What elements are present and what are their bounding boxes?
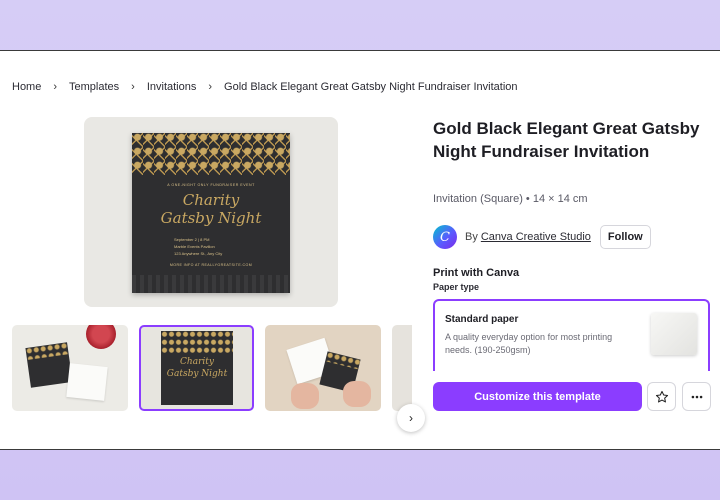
card-detail-venue: Marble Events Pavilion xyxy=(174,244,215,249)
paper-stack-image xyxy=(651,313,697,355)
template-preview[interactable]: A ONE-NIGHT ONLY FUNDRAISER EVENT Charit… xyxy=(84,117,338,307)
flower-image xyxy=(86,325,116,349)
paper-type-label: Paper type xyxy=(433,282,480,292)
card-script-line-1: Charity xyxy=(182,191,240,209)
hand-image xyxy=(343,381,371,407)
breadcrumb-current: Gold Black Elegant Great Gatsby Night Fu… xyxy=(224,81,518,93)
chevron-right-icon: › xyxy=(53,81,58,93)
card-script-line-2: Gatsby Night xyxy=(160,209,262,227)
more-options-button[interactable] xyxy=(682,382,711,411)
creator-link[interactable]: Canva Creative Studio xyxy=(481,231,591,243)
hand-image xyxy=(291,383,319,409)
customize-template-button[interactable]: Customize this template xyxy=(433,382,642,411)
mini-script-2: Gatsby Night xyxy=(166,369,228,379)
more-horizontal-icon xyxy=(691,395,702,398)
paper-option-name: Standard paper xyxy=(445,314,519,325)
by-label: By xyxy=(465,231,478,243)
breadcrumb-templates[interactable]: Templates xyxy=(69,81,119,93)
follow-button[interactable]: Follow xyxy=(599,225,651,249)
card-band xyxy=(132,275,290,293)
envelope-image xyxy=(66,363,108,401)
paper-option-standard[interactable]: Standard paper A quality everyday option… xyxy=(433,299,710,371)
thumbnail-3[interactable] xyxy=(265,325,381,411)
paper-option-description: A quality everyday option for most print… xyxy=(445,332,613,355)
thumbnail-1[interactable] xyxy=(12,325,128,411)
breadcrumb-invitations[interactable]: Invitations xyxy=(147,81,197,93)
thumbnail-2-selected[interactable]: Charity Gatsby Night xyxy=(139,325,254,411)
star-icon xyxy=(655,390,668,402)
card-footer: MORE INFO AT REALLYGREATSITE.COM xyxy=(169,263,253,267)
mini-pattern xyxy=(25,342,69,361)
mini-pattern xyxy=(325,351,361,370)
invitation-card: A ONE-NIGHT ONLY FUNDRAISER EVENT Charit… xyxy=(132,133,290,293)
mini-pattern xyxy=(161,331,233,354)
carousel-next-button[interactable]: › xyxy=(397,404,425,432)
card-detail-date: September 2 | 8 PM xyxy=(174,237,210,242)
card-detail-address: 123 Anywhere St., Any City xyxy=(174,251,223,256)
print-section-title: Print with Canva xyxy=(433,267,520,279)
canva-logo-icon: C xyxy=(433,225,457,249)
mini-script-1: Charity xyxy=(180,357,214,367)
breadcrumb-home[interactable]: Home xyxy=(12,81,41,93)
card-tagline: A ONE-NIGHT ONLY FUNDRAISER EVENT xyxy=(167,183,255,187)
mini-card xyxy=(25,342,73,388)
template-meta: Invitation (Square) • 14 × 14 cm xyxy=(433,193,588,205)
breadcrumb: Home › Templates › Invitations › Gold Bl… xyxy=(12,79,518,95)
mini-card: Charity Gatsby Night xyxy=(161,331,233,405)
page-title: Gold Black Elegant Great Gatsby Night Fu… xyxy=(433,119,700,161)
product-page: Home › Templates › Invitations › Gold Bl… xyxy=(0,50,720,450)
favorite-button[interactable] xyxy=(647,382,676,411)
creator-row: C By Canva Creative Studio Follow xyxy=(433,224,651,250)
art-deco-pattern xyxy=(132,133,290,175)
chevron-right-icon: › xyxy=(208,81,213,93)
chevron-right-icon: › xyxy=(131,81,135,93)
thumbnail-4-partial[interactable] xyxy=(392,325,412,411)
chevron-right-icon: › xyxy=(409,411,413,425)
